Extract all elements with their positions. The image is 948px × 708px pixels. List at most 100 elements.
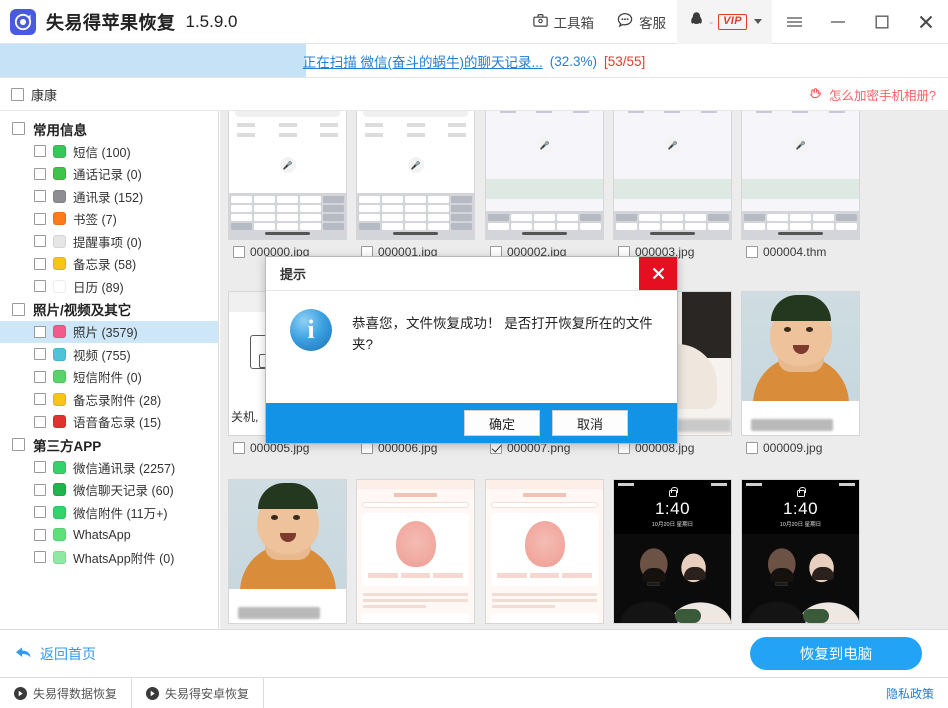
thumbnail-image[interactable]: 🎤 — [613, 111, 732, 240]
sidebar-item-photos[interactable]: 照片 (3579) — [0, 321, 218, 344]
thumbnail-image[interactable]: 🎤 — [485, 111, 604, 240]
sidebar-item-contacts[interactable]: 通讯录 (152) — [0, 185, 218, 208]
dialog-close-icon[interactable] — [639, 257, 677, 290]
sidebar-item-wechat-contacts[interactable]: 微信通讯录 (2257) — [0, 456, 218, 479]
sidebar-item-bookmark[interactable]: 书签 (7) — [0, 208, 218, 231]
thumbnail-cell[interactable]: 🎤000002.jpg — [485, 111, 604, 263]
recovery-success-dialog[interactable]: 提示 i 恭喜您，文件恢复成功！ 是否打开恢复所在的文件夹? 确定 取消 — [265, 256, 678, 444]
sidebar-item-calendar[interactable]: 日历 (89) — [0, 275, 218, 298]
thumbnail-filename-row[interactable]: 000004.thm — [741, 240, 860, 263]
status-product-link[interactable]: 失易得安卓恢复 — [132, 678, 264, 708]
sidebar-item-label: 微信附件 (11万+) — [73, 503, 168, 522]
account-menu[interactable]: - VIP — [677, 0, 772, 44]
hamburger-menu-icon[interactable] — [772, 0, 816, 44]
dialog-titlebar: 提示 — [266, 257, 677, 291]
minimize-icon[interactable] — [816, 0, 860, 44]
item-checkbox[interactable] — [34, 145, 46, 157]
thumbnail-image[interactable]: 🎤 — [741, 111, 860, 240]
encrypt-album-tip-label: 怎么加密手机相册? — [829, 85, 936, 104]
item-checkbox[interactable] — [34, 213, 46, 225]
progress-text: 正在扫描 微信(奋斗的蜗牛)的聊天记录... (32.3%) [53/55] — [0, 44, 948, 78]
item-checkbox[interactable] — [34, 484, 46, 496]
file-checkbox[interactable] — [746, 246, 758, 258]
item-checkbox[interactable] — [34, 506, 46, 518]
thumbnail-image[interactable]: 1:4010月20日 星期日 — [613, 479, 732, 624]
thumbnail-image[interactable]: 1:4010月20日 星期日 — [741, 479, 860, 624]
thumbnail-image[interactable]: 🎤 — [356, 111, 475, 240]
back-home-button[interactable]: 返回首页 — [14, 644, 96, 664]
category-sidebar[interactable]: 常用信息短信 (100)通话记录 (0)通讯录 (152)书签 (7)提醒事项 … — [0, 111, 219, 629]
sidebar-item-wechat-chat[interactable]: 微信聊天记录 (60) — [0, 479, 218, 502]
item-checkbox[interactable] — [34, 416, 46, 428]
support-button[interactable]: 客服 — [605, 0, 677, 44]
sidebar-group-common-info[interactable]: 常用信息 — [0, 117, 218, 140]
contacts-icon — [53, 190, 66, 203]
encrypt-album-tip[interactable]: 怎么加密手机相册? — [808, 85, 936, 104]
toolbox-button[interactable]: 工具箱 — [521, 0, 606, 44]
chevron-down-icon[interactable] — [754, 19, 762, 24]
thumbnail-cell[interactable]: 1:4010月20日 星期日 — [741, 479, 860, 624]
sidebar-item-notes[interactable]: 备忘录 (58) — [0, 253, 218, 276]
file-checkbox[interactable] — [233, 442, 245, 454]
dialog-cancel-button[interactable]: 取消 — [552, 410, 628, 436]
recover-to-pc-button[interactable]: 恢复到电脑 — [750, 637, 922, 670]
sidebar-item-label: 短信附件 (0) — [73, 367, 142, 386]
thumbnail-cell[interactable] — [356, 479, 475, 624]
item-checkbox[interactable] — [34, 235, 46, 247]
status-product-link[interactable]: 失易得数据恢复 — [0, 678, 132, 708]
dialog-ok-button[interactable]: 确定 — [464, 410, 540, 436]
thumbnail-cell[interactable]: 🎤000001.jpg — [356, 111, 475, 263]
item-checkbox[interactable] — [34, 168, 46, 180]
sidebar-group-third-party-apps[interactable]: 第三方APP — [0, 433, 218, 456]
thumbnail-image[interactable] — [741, 291, 860, 436]
group-checkbox[interactable] — [12, 303, 25, 316]
item-checkbox[interactable] — [34, 190, 46, 202]
sidebar-item-whatsapp-attach[interactable]: WhatsApp附件 (0) — [0, 546, 218, 569]
sidebar-item-whatsapp[interactable]: WhatsApp — [0, 524, 218, 547]
thumbnail-cell[interactable] — [485, 479, 604, 624]
item-checkbox[interactable] — [34, 348, 46, 360]
thumbnail-image[interactable] — [485, 479, 604, 624]
close-icon[interactable] — [904, 0, 948, 44]
thumbnail-image[interactable] — [356, 479, 475, 624]
group-checkbox[interactable] — [12, 122, 25, 135]
sidebar-item-wechat-attach[interactable]: 微信附件 (11万+) — [0, 501, 218, 524]
sidebar-item-video[interactable]: 视频 (755) — [0, 343, 218, 366]
item-checkbox[interactable] — [34, 551, 46, 563]
thumbnail-cell[interactable]: 🎤000004.thm — [741, 111, 860, 263]
item-checkbox[interactable] — [34, 326, 46, 338]
thumbnail-cell[interactable] — [228, 479, 347, 624]
maximize-icon[interactable] — [860, 0, 904, 44]
vip-badge[interactable]: VIP — [718, 14, 747, 30]
item-checkbox[interactable] — [34, 529, 46, 541]
sidebar-item-label: 微信通讯录 (2257) — [73, 458, 175, 477]
sidebar-group-photos-videos-others[interactable]: 照片/视频及其它 — [0, 298, 218, 321]
item-checkbox[interactable] — [34, 371, 46, 383]
sidebar-item-note-attach[interactable]: 备忘录附件 (28) — [0, 388, 218, 411]
item-checkbox[interactable] — [34, 393, 46, 405]
sidebar-item-reminders[interactable]: 提醒事项 (0) — [0, 230, 218, 253]
item-checkbox[interactable] — [34, 461, 46, 473]
thumbnail-image[interactable] — [228, 479, 347, 624]
privacy-policy-link[interactable]: 隐私政策 — [886, 685, 934, 702]
dialog-title: 提示 — [280, 264, 306, 283]
thumbnail-image[interactable]: 🎤 — [228, 111, 347, 240]
thumbnail-cell[interactable]: 000009.jpg — [741, 291, 860, 459]
sidebar-item-phone-call[interactable]: 通话记录 (0) — [0, 163, 218, 186]
item-checkbox[interactable] — [34, 258, 46, 270]
thumbnail-filename-row[interactable]: 000009.jpg — [741, 436, 860, 459]
thumbnail-cell[interactable]: 🎤000003.jpg — [613, 111, 732, 263]
sidebar-item-sms-bubble[interactable]: 短信 (100) — [0, 140, 218, 163]
sidebar-item-voice-memo[interactable]: 语音备忘录 (15) — [0, 411, 218, 434]
sidebar-item-sms-attach[interactable]: 短信附件 (0) — [0, 366, 218, 389]
video-icon — [53, 348, 66, 361]
thumbnail-cell[interactable]: 1:4010月20日 星期日 — [613, 479, 732, 624]
file-checkbox[interactable] — [233, 246, 245, 258]
action-bar: 返回首页 恢复到电脑 — [0, 629, 948, 677]
group-checkbox[interactable] — [12, 438, 25, 451]
item-checkbox[interactable] — [34, 280, 46, 292]
device-select[interactable]: 康康 — [11, 85, 57, 104]
thumbnail-cell[interactable]: 🎤000000.jpg — [228, 111, 347, 263]
file-checkbox[interactable] — [746, 442, 758, 454]
device-checkbox[interactable] — [11, 88, 24, 101]
